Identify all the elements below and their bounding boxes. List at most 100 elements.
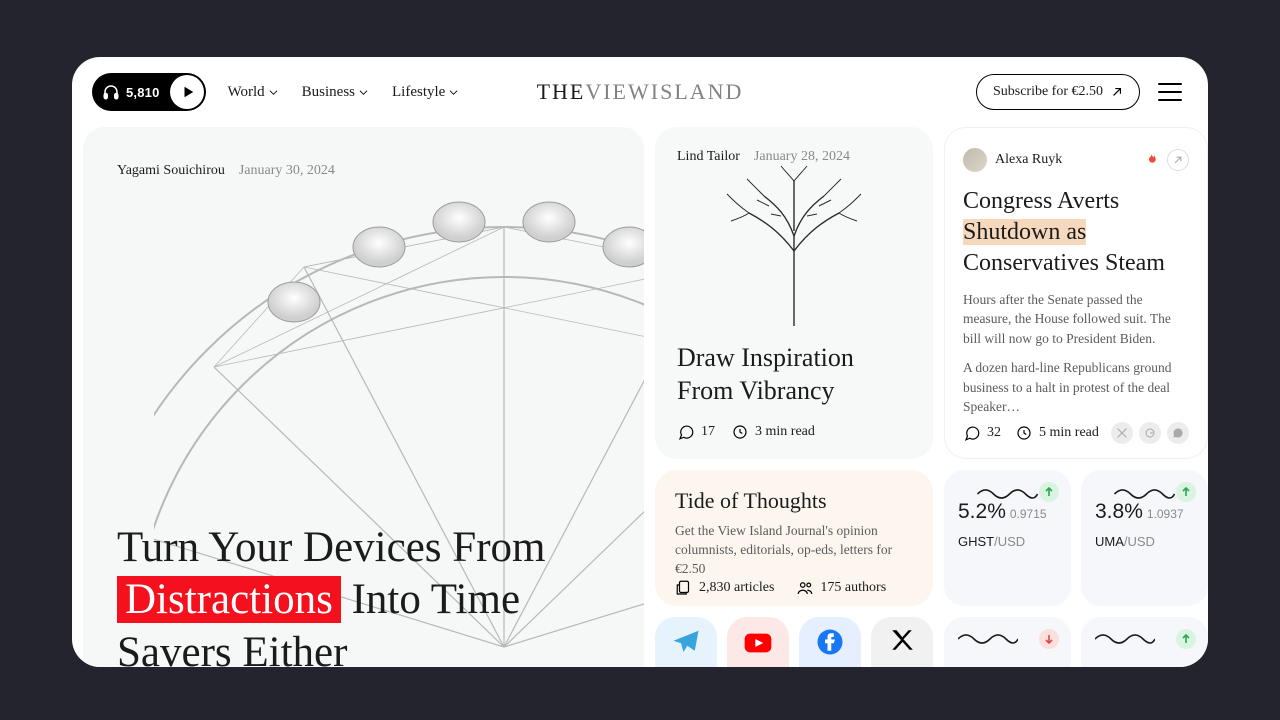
hero-title-highlight: Distractions: [117, 576, 341, 623]
subscribe-button[interactable]: Subscribe for €2.50: [976, 74, 1140, 110]
congress-title: Congress Averts Shutdown as Conservative…: [963, 186, 1189, 280]
congress-para-2: A dozen hard-line Republicans ground bus…: [963, 358, 1189, 417]
play-icon: [181, 85, 195, 99]
brand[interactable]: THE VIEW ISLAND: [537, 79, 744, 105]
nav-world[interactable]: World: [228, 84, 278, 101]
congress-title-part: Congress Averts: [963, 188, 1119, 214]
x-icon: [889, 627, 915, 653]
comments-count: 17: [701, 424, 715, 440]
x-button[interactable]: [871, 617, 933, 667]
inspire-card[interactable]: Lind Tailor January 28, 2024 Draw Inspir…: [655, 127, 933, 459]
messenger-icon: [1172, 427, 1184, 439]
share-icons: [1111, 422, 1189, 444]
comment-icon: [963, 424, 981, 442]
hero-date: January 30, 2024: [239, 163, 335, 179]
arrow-up-right-icon: [1111, 86, 1123, 98]
open-link-button[interactable]: [1167, 149, 1189, 171]
nav-business[interactable]: Business: [302, 84, 368, 101]
clock-icon: [731, 423, 749, 441]
comments-chip[interactable]: 32: [963, 424, 1001, 442]
ticker-sym: UMA: [1095, 534, 1124, 549]
ticker-pair: /USD: [994, 534, 1025, 549]
readtime: 3 min read: [755, 424, 815, 440]
ticker[interactable]: [1081, 617, 1208, 667]
header: 5,810 World Business Lifestyle: [72, 57, 1208, 127]
ticker-uma[interactable]: 3.8%1.0937 UMA/USD: [1081, 470, 1208, 606]
ticker-pct: 5.2%: [958, 500, 1006, 523]
play-button[interactable]: [170, 75, 204, 109]
chevron-down-icon: [359, 88, 368, 97]
socials-row: [655, 617, 933, 667]
congress-card[interactable]: Alexa Ruyk Congress Averts Shutdown as C…: [944, 127, 1208, 459]
sparkline: [958, 629, 1018, 645]
sparkline: [1095, 629, 1155, 645]
youtube-icon: [742, 627, 774, 659]
arrow-up-right-icon: [1173, 155, 1183, 165]
ticker-sym: GHST: [958, 534, 994, 549]
inspire-meta: Lind Tailor January 28, 2024: [677, 149, 911, 165]
share-google[interactable]: [1139, 422, 1161, 444]
readtime-chip: 3 min read: [731, 423, 815, 441]
tide-title: Tide of Thoughts: [675, 488, 913, 514]
brand-part: VIEW: [585, 79, 650, 105]
hero-title: Turn Your Devices From Distractions Into…: [117, 522, 610, 667]
youtube-button[interactable]: [727, 617, 789, 667]
inspire-stats: 17 3 min read: [677, 423, 911, 441]
tide-stats: 2,830 articles 175 authors: [675, 579, 913, 597]
tickers-row-2: [944, 617, 1208, 667]
trend-up-badge: [1176, 629, 1196, 649]
share-x[interactable]: [1111, 422, 1133, 444]
ticker-sub: 0.9715: [1010, 507, 1047, 521]
inspire-title-part: Draw Inspiration: [677, 343, 854, 372]
trend-down-badge: [1039, 629, 1059, 649]
comments-count: 32: [987, 425, 1001, 441]
author-avatar: [963, 148, 987, 172]
inspire-author: Lind Tailor: [677, 149, 740, 165]
ticker-ghst[interactable]: 5.2% 0.9715 GHST/USD: [944, 470, 1071, 606]
users-icon: [796, 579, 814, 597]
clock-icon: [1015, 424, 1033, 442]
tide-card[interactable]: Tide of Thoughts Get the View Island Jou…: [655, 470, 933, 606]
hero-card[interactable]: Yagami Souichirou January 30, 2024 Turn …: [83, 127, 644, 667]
telegram-button[interactable]: [655, 617, 717, 667]
tickers-row: 5.2% 0.9715 GHST/USD 3.8% 1.0937 UMA/USD: [944, 470, 1208, 606]
arrow-up-icon: [1044, 487, 1054, 497]
hero-title-part: Into Time: [352, 576, 520, 623]
congress-bottom: 32 5 min read: [963, 422, 1189, 444]
g-icon: [1144, 427, 1156, 439]
chevron-down-icon: [449, 88, 458, 97]
ticker[interactable]: [944, 617, 1071, 667]
trend-up-badge: [1176, 482, 1196, 502]
telegram-icon: [671, 627, 701, 657]
arrow-down-icon: [1044, 634, 1054, 644]
documents-icon: [675, 579, 693, 597]
share-messenger[interactable]: [1167, 422, 1189, 444]
brand-part: THE: [537, 79, 586, 105]
nav: World Business Lifestyle: [228, 84, 459, 101]
tide-copy: Get the View Island Journal's opinion co…: [675, 522, 913, 579]
facebook-button[interactable]: [799, 617, 861, 667]
ticker-sub: 1.0937: [1147, 507, 1184, 521]
readtime: 5 min read: [1039, 425, 1099, 441]
congress-title-part: Conservatives Steam: [963, 250, 1165, 276]
articles-count: 2,830 articles: [699, 580, 774, 596]
hero-meta: Yagami Souichirou January 30, 2024: [117, 163, 335, 179]
readtime-chip: 5 min read: [1015, 424, 1099, 442]
comments-chip[interactable]: 17: [677, 423, 715, 441]
congress-para-1: Hours after the Senate passed the measur…: [963, 290, 1189, 349]
facebook-icon: [815, 627, 845, 657]
fire-icon: [1143, 152, 1159, 168]
listen-pill[interactable]: 5,810: [92, 73, 206, 111]
inspire-title: Draw Inspiration From Vibrancy: [677, 332, 911, 407]
articles-chip: 2,830 articles: [675, 579, 774, 597]
page: 5,810 World Business Lifestyle: [72, 57, 1208, 667]
hero-title-part: Savers Either: [117, 629, 347, 667]
ticker-pct: 3.8%: [1095, 500, 1143, 523]
hero-title-part: Turn Your Devices From: [117, 524, 545, 571]
menu-button[interactable]: [1158, 83, 1182, 101]
nav-label: Lifestyle: [392, 84, 445, 101]
congress-author: Alexa Ruyk: [995, 152, 1062, 168]
nav-lifestyle[interactable]: Lifestyle: [392, 84, 458, 101]
tree-illustration: [709, 161, 879, 331]
brand-part: ISLAND: [651, 79, 744, 105]
